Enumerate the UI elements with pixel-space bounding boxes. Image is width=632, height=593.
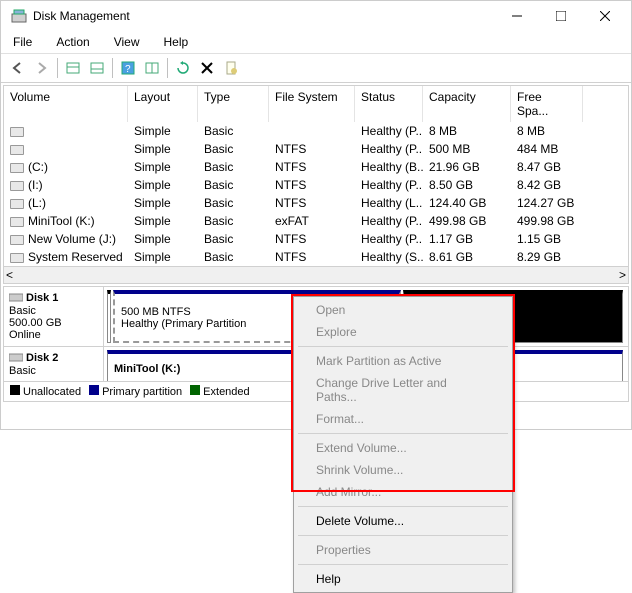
table-header: Volume Layout Type File System Status Ca… — [4, 86, 628, 122]
close-button[interactable] — [583, 2, 627, 30]
view-top-button[interactable] — [62, 57, 84, 79]
settings-icon[interactable] — [141, 57, 163, 79]
table-row[interactable]: SimpleBasicNTFSHealthy (P...500 MB484 MB — [4, 140, 628, 158]
table-row[interactable]: SimpleBasicHealthy (P...8 MB8 MB — [4, 122, 628, 140]
col-capacity[interactable]: Capacity — [423, 86, 511, 122]
scroll-left-icon[interactable]: < — [6, 268, 13, 282]
svg-text:?: ? — [125, 64, 131, 75]
menu-action[interactable]: Action — [52, 33, 93, 51]
menu-view[interactable]: View — [110, 33, 144, 51]
horizontal-scrollbar[interactable]: < > — [4, 266, 628, 283]
menu-file[interactable]: File — [9, 33, 36, 51]
context-menu-separator — [298, 433, 508, 434]
delete-icon[interactable] — [196, 57, 218, 79]
partition-empty[interactable] — [107, 290, 111, 343]
context-menu-separator — [298, 506, 508, 507]
context-menu-separator — [298, 346, 508, 347]
refresh-button[interactable] — [172, 57, 194, 79]
minimize-button[interactable] — [495, 2, 539, 30]
context-menu-item: Mark Partition as Active — [296, 350, 510, 372]
table-row[interactable]: System ReservedSimpleBasicNTFSHealthy (S… — [4, 248, 628, 266]
menu-help[interactable]: Help — [160, 33, 193, 51]
forward-button[interactable] — [31, 57, 53, 79]
table-row[interactable]: (I:)SimpleBasicNTFSHealthy (P...8.50 GB8… — [4, 176, 628, 194]
legend-extended-swatch — [190, 385, 200, 395]
col-filesystem[interactable]: File System — [269, 86, 355, 122]
context-menu-item: Format... — [296, 408, 510, 430]
context-menu-item: Explore — [296, 321, 510, 343]
context-menu: OpenExplore Mark Partition as ActiveChang… — [293, 296, 513, 593]
context-menu-item: Extend Volume... — [296, 437, 510, 459]
disk-icon — [9, 290, 23, 305]
col-layout[interactable]: Layout — [128, 86, 198, 122]
toolbar: ? — [1, 54, 631, 83]
legend-unallocated-swatch — [10, 385, 20, 395]
table-row[interactable]: New Volume (J:)SimpleBasicNTFSHealthy (P… — [4, 230, 628, 248]
table-row[interactable]: (C:)SimpleBasicNTFSHealthy (B...21.96 GB… — [4, 158, 628, 176]
disk-icon — [9, 350, 23, 365]
table-row[interactable]: (L:)SimpleBasicNTFSHealthy (L...124.40 G… — [4, 194, 628, 212]
help-icon[interactable]: ? — [117, 57, 139, 79]
col-free[interactable]: Free Spa... — [511, 86, 583, 122]
context-menu-item: Add Mirror... — [296, 481, 510, 503]
table-row[interactable]: MiniTool (K:)SimpleBasicexFATHealthy (P.… — [4, 212, 628, 230]
context-menu-item: Change Drive Letter and Paths... — [296, 372, 510, 408]
context-menu-item: Properties — [296, 539, 510, 561]
table-body: SimpleBasicHealthy (P...8 MB8 MBSimpleBa… — [4, 122, 628, 266]
col-status[interactable]: Status — [355, 86, 423, 122]
scroll-right-icon[interactable]: > — [619, 268, 626, 282]
context-menu-item[interactable]: Help — [296, 568, 510, 590]
back-button[interactable] — [7, 57, 29, 79]
view-bottom-button[interactable] — [86, 57, 108, 79]
col-type[interactable]: Type — [198, 86, 269, 122]
context-menu-separator — [298, 564, 508, 565]
context-menu-separator — [298, 535, 508, 536]
col-volume[interactable]: Volume — [4, 86, 128, 122]
legend-primary-swatch — [89, 385, 99, 395]
titlebar[interactable]: Disk Management — [1, 1, 631, 31]
menubar: File Action View Help — [1, 31, 631, 54]
app-icon — [11, 8, 27, 24]
window-title: Disk Management — [33, 9, 495, 23]
volume-table: Volume Layout Type File System Status Ca… — [3, 85, 629, 284]
context-menu-item: Open — [296, 299, 510, 321]
disk-info-1: Disk 1 Basic 500.00 GB Online — [4, 287, 104, 346]
maximize-button[interactable] — [539, 2, 583, 30]
context-menu-item: Shrink Volume... — [296, 459, 510, 481]
properties-icon[interactable] — [220, 57, 242, 79]
context-menu-item[interactable]: Delete Volume... — [296, 510, 510, 532]
